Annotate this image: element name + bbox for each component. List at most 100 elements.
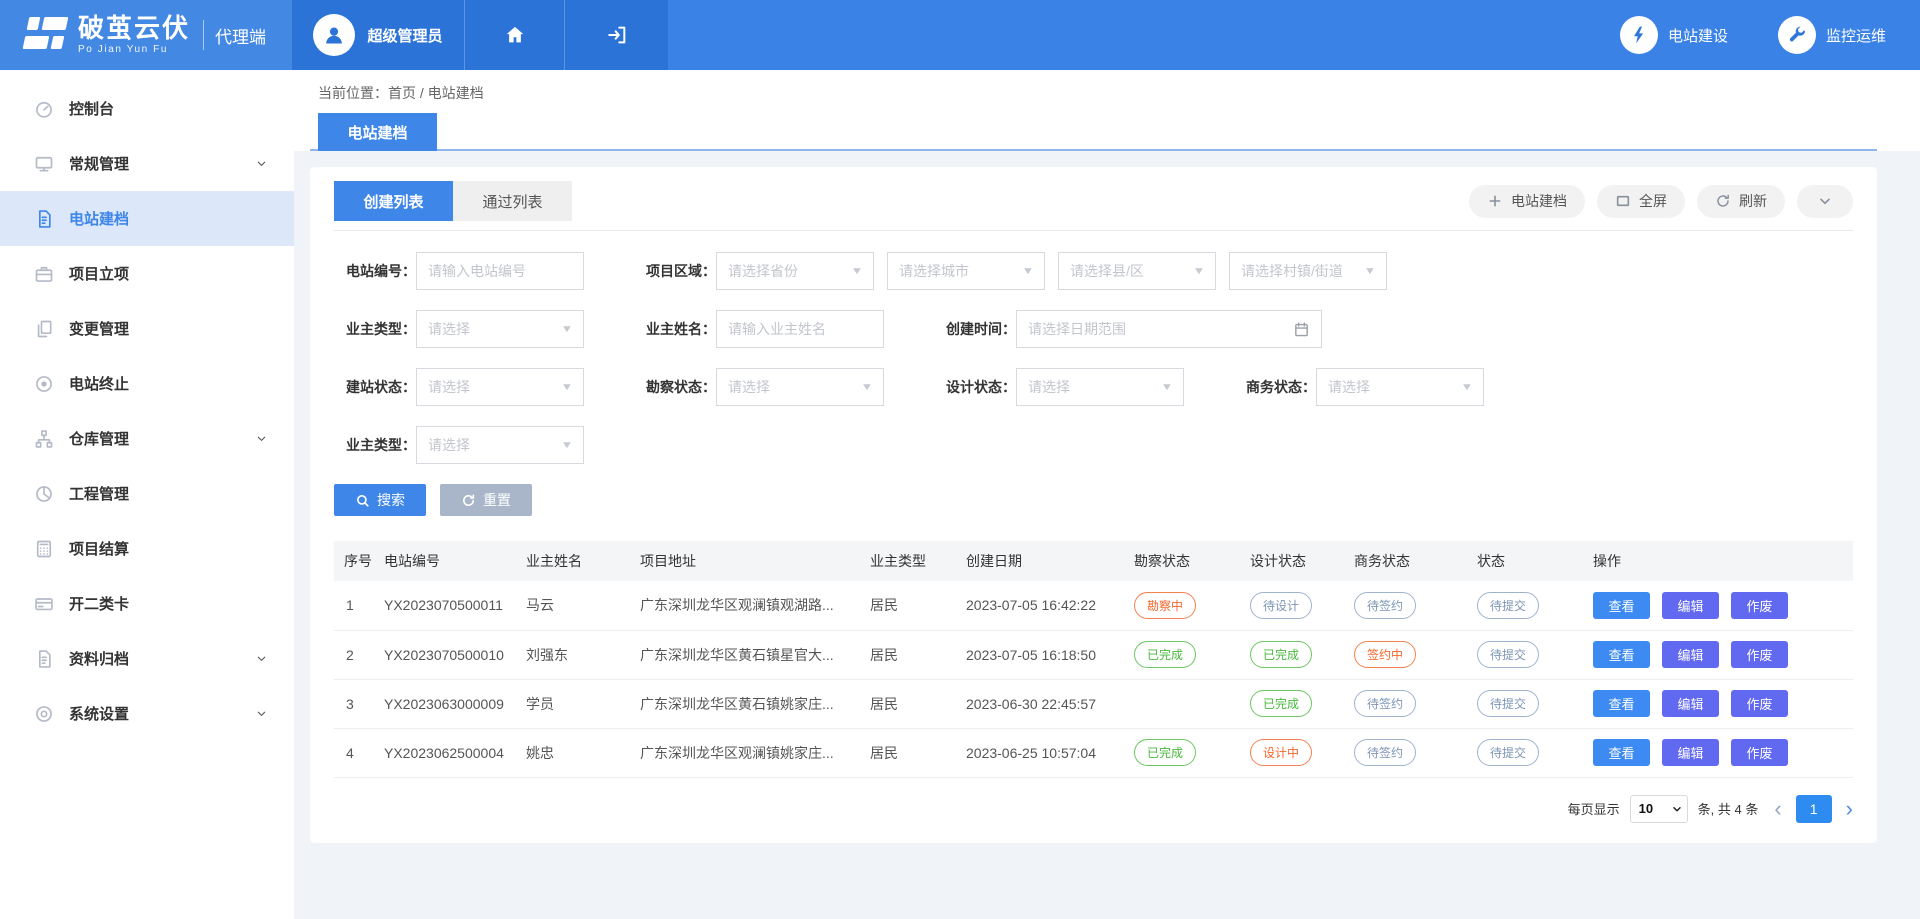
void-button[interactable]: 作废: [1731, 739, 1788, 766]
edit-button[interactable]: 编辑: [1662, 641, 1719, 668]
status-cell: 待设计: [1244, 581, 1348, 630]
sidebar-item-file[interactable]: 资料归档: [0, 631, 294, 686]
filter-label: 电站编号：: [334, 261, 416, 281]
page-number-button[interactable]: 1: [1796, 795, 1832, 823]
logo-title: 破茧云伏: [78, 15, 190, 42]
sidebar-item-label: 项目立项: [69, 263, 129, 284]
monitor-icon: [34, 154, 54, 174]
filter-select[interactable]: 请选择▼: [416, 310, 584, 348]
header-right-nav: 电站建设 监控运维: [1620, 0, 1920, 70]
filter-select[interactable]: 请选择县/区▼: [1058, 252, 1216, 290]
filter-select[interactable]: 请选择▼: [716, 368, 884, 406]
nav-station-construction[interactable]: 电站建设: [1620, 16, 1728, 54]
filter-text-input[interactable]: [728, 321, 872, 337]
user-name: 超级管理员: [367, 25, 442, 46]
refresh-button[interactable]: 刷新: [1697, 185, 1785, 218]
layout: 控制台常规管理电站建档项目立项变更管理电站终止仓库管理工程管理项目结算开二类卡资…: [0, 70, 1920, 919]
void-button[interactable]: 作废: [1731, 592, 1788, 619]
settings-icon: [34, 704, 54, 724]
cell-station-code: YX2023070500010: [378, 630, 520, 679]
card-icon: [34, 594, 54, 614]
user-menu[interactable]: 超级管理员: [292, 0, 464, 70]
piechart-icon: [34, 484, 54, 504]
sidebar-item-stop[interactable]: 电站终止: [0, 356, 294, 411]
per-page-select[interactable]: 10: [1630, 795, 1688, 823]
dropdown-arrow-icon: ▼: [861, 382, 874, 393]
calculator-icon: [34, 539, 54, 559]
sidebar-item-monitor[interactable]: 常规管理: [0, 136, 294, 191]
status-cell: 勘察中: [1128, 581, 1244, 630]
date-placeholder: 请选择日期范围: [1028, 319, 1126, 339]
cell-owner-name: 马云: [520, 581, 634, 630]
nav-label: 电站建设: [1668, 25, 1728, 46]
sidebar-item-piechart[interactable]: 工程管理: [0, 466, 294, 521]
filter-label: 勘察状态：: [634, 377, 716, 397]
logo-text: 破茧云伏 Po Jian Yun Fu: [78, 15, 190, 55]
filter-select[interactable]: 请选择▼: [1316, 368, 1484, 406]
status-badge: 勘察中: [1134, 592, 1196, 619]
reset-label: 重置: [483, 490, 511, 510]
table-row: 4YX2023062500004姚忠广东深圳龙华区观澜镇姚家庄...居民2023…: [334, 728, 1853, 777]
filter-select[interactable]: 请选择▼: [416, 426, 584, 464]
cell-station-code: YX2023070500011: [378, 581, 520, 630]
create-station-button[interactable]: 电站建档: [1469, 185, 1585, 218]
void-button[interactable]: 作废: [1731, 641, 1788, 668]
filter-text-input[interactable]: [428, 263, 572, 279]
table-row: 2YX2023070500010刘强东广东深圳龙华区黄石镇星官大...居民202…: [334, 630, 1853, 679]
view-button[interactable]: 查看: [1593, 641, 1650, 668]
sidebar-item-calculator[interactable]: 项目结算: [0, 521, 294, 576]
filter-select[interactable]: 请选择▼: [1016, 368, 1184, 406]
filter-select[interactable]: 请选择省份▼: [716, 252, 874, 290]
sidebar-item-sitemap[interactable]: 仓库管理: [0, 411, 294, 466]
home-icon: [504, 24, 526, 46]
fullscreen-button[interactable]: 全屏: [1597, 185, 1685, 218]
filter-select[interactable]: 请选择城市▼: [887, 252, 1045, 290]
collapse-button[interactable]: [1797, 185, 1853, 218]
cell-address: 广东深圳龙华区观澜镇观湖路...: [634, 581, 864, 630]
sidebar-item-card[interactable]: 开二类卡: [0, 576, 294, 631]
sidebar-item-label: 资料归档: [69, 648, 129, 669]
void-button[interactable]: 作废: [1731, 690, 1788, 717]
column-header: 电站编号: [378, 541, 520, 581]
logo-divider: [203, 20, 204, 50]
view-button[interactable]: 查看: [1593, 592, 1650, 619]
sidebar-item-gauge[interactable]: 控制台: [0, 81, 294, 136]
nav-monitoring-ops[interactable]: 监控运维: [1778, 16, 1886, 54]
filter-select[interactable]: 请选择村镇/街道▼: [1229, 252, 1387, 290]
logo-tag: 代理端: [215, 23, 266, 48]
view-button[interactable]: 查看: [1593, 739, 1650, 766]
logo-icon: [20, 14, 68, 56]
logo[interactable]: 破茧云伏 Po Jian Yun Fu 代理端: [0, 0, 292, 70]
status-badge: 待设计: [1250, 592, 1312, 619]
edit-button[interactable]: 编辑: [1662, 592, 1719, 619]
edit-button[interactable]: 编辑: [1662, 739, 1719, 766]
view-button[interactable]: 查看: [1593, 690, 1650, 717]
home-button[interactable]: [464, 0, 564, 70]
tab-create-list[interactable]: 创建列表: [334, 181, 453, 221]
sidebar-item-copy[interactable]: 变更管理: [0, 301, 294, 356]
pagination: 每页显示 10 条, 共 4 条 ‹ 1 ›: [334, 795, 1853, 823]
edit-button[interactable]: 编辑: [1662, 690, 1719, 717]
sidebar-item-settings[interactable]: 系统设置: [0, 686, 294, 741]
search-button[interactable]: 搜索: [334, 484, 426, 516]
chevron-down-icon: [255, 157, 268, 170]
date-range-input[interactable]: 请选择日期范围: [1016, 310, 1322, 348]
next-page-button[interactable]: ›: [1846, 798, 1853, 820]
filter-select[interactable]: 请选择▼: [416, 368, 584, 406]
column-header: 操作: [1587, 541, 1853, 581]
sidebar-item-briefcase[interactable]: 项目立项: [0, 246, 294, 301]
filter-form: 电站编号：项目区域：请选择省份▼请选择城市▼请选择县/区▼请选择村镇/街道▼业主…: [334, 231, 1853, 464]
cell-index: 3: [334, 679, 378, 728]
sidebar-item-document[interactable]: 电站建档: [0, 191, 294, 246]
page-tab[interactable]: 电站建档: [318, 113, 437, 151]
filter-input: [416, 252, 584, 290]
cell-created-date: 2023-06-30 22:45:57: [960, 679, 1128, 728]
logout-button[interactable]: [564, 0, 668, 70]
status-badge: 待签约: [1354, 592, 1416, 619]
reset-button[interactable]: 重置: [440, 484, 532, 516]
prev-page-button[interactable]: ‹: [1774, 798, 1781, 820]
tab-passed-list[interactable]: 通过列表: [453, 181, 572, 221]
breadcrumb-path: 首页 / 电站建档: [388, 85, 484, 101]
sidebar-item-label: 电站建档: [69, 208, 129, 229]
column-header: 序号: [334, 541, 378, 581]
